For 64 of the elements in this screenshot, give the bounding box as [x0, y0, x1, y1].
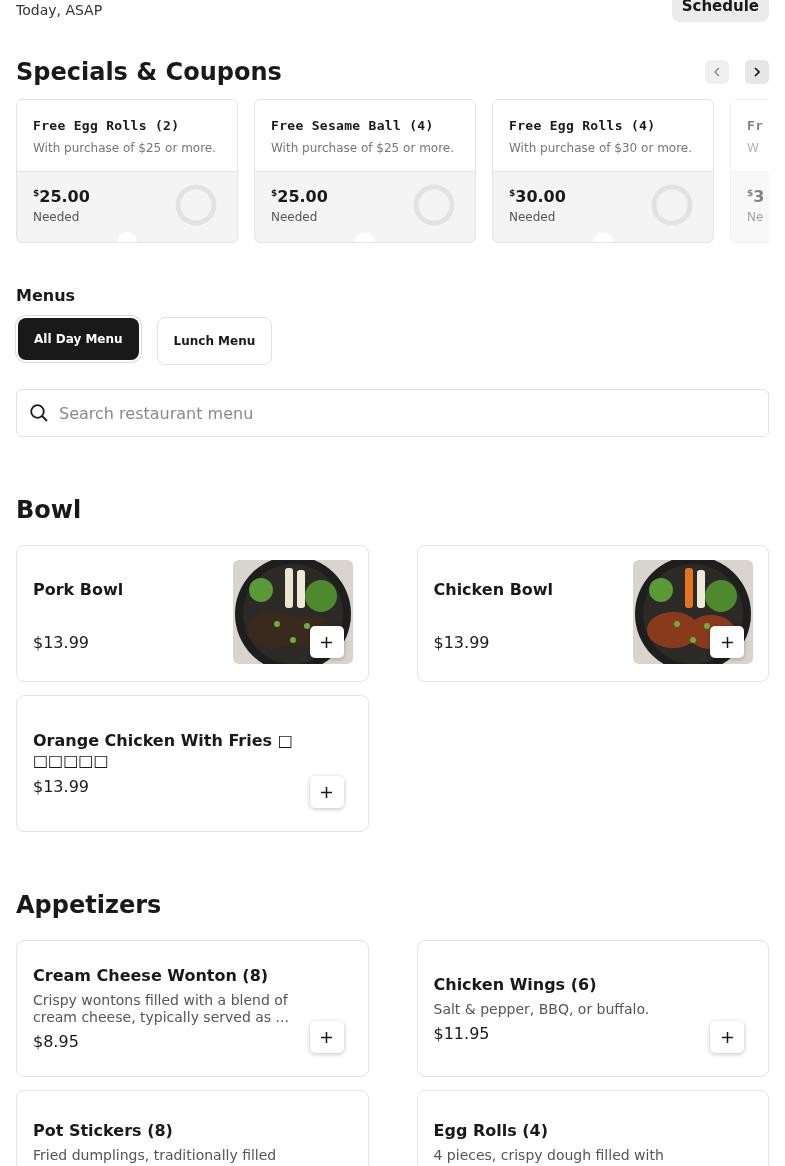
coupon-description: With purchase of $30 or more. [509, 141, 694, 155]
item-description: Fried dumplings, traditionally filled [33, 1147, 278, 1164]
menu-item-card[interactable]: Cream Cheese Wonton (8) Crispy wontons filled with a blend of cream cheese, typically served as ... $8.95 [16, 940, 369, 1077]
menu-item-card[interactable]: Chicken Bowl $13.99 [416, 545, 769, 682]
coupon-card[interactable]: Free Egg Rolls (2) With purchase of $25 or more. $^{$}$25.00 Needed [16, 99, 238, 243]
menu-tab[interactable]: All Day Menu [18, 318, 139, 360]
add-button[interactable] [710, 626, 744, 658]
item-price: $13.99 [33, 777, 89, 796]
item-name: Orange Chicken With Fries □ □□□□□ [33, 731, 294, 771]
order-time: Today, ASAP [16, 1, 103, 20]
item-description: Crispy wontons filled with a blend of cream cheese, typically served as ... [33, 992, 290, 1026]
item-price: $13.99 [33, 633, 89, 652]
item-name: Pot Stickers (8) [33, 1121, 174, 1141]
item-name: Egg Rolls (4) [433, 1121, 550, 1141]
coupon-title: Free Egg Rolls (4) [509, 118, 657, 133]
item-price: $11.95 [433, 1023, 490, 1043]
plus-icon [321, 636, 332, 648]
plus-icon [721, 1031, 733, 1043]
section-title: Bowl [16, 495, 83, 525]
coupon-label: Ne [747, 209, 765, 224]
coupon-description: With purchase of $25 or more. [271, 141, 456, 155]
item-name: Chicken Wings (6) [433, 974, 598, 995]
menu-item-card[interactable]: Egg Rolls (4) 4 pieces, crispy dough filled with [416, 1090, 769, 1166]
plus-icon [321, 786, 332, 798]
coupon-label: Needed [33, 209, 81, 224]
menus-title: Menus [16, 286, 77, 305]
plus-icon [321, 1031, 332, 1043]
coupon-description: W [747, 141, 760, 155]
item-price: $8.95 [33, 1032, 79, 1051]
coupon-label: Needed [509, 209, 557, 224]
item-description: Salt & pepper, BBQ, or buffalo. [433, 1000, 651, 1018]
item-price: $13.99 [433, 633, 490, 652]
coupon-title: Fr [747, 118, 765, 133]
search-icon [30, 404, 48, 422]
item-name: Chicken Bowl [433, 580, 555, 600]
coupon-card[interactable]: Free Sesame Ball (4) With purchase of $25 or more. $^{$}$25.00 Needed [254, 99, 476, 243]
coupon-description: With purchase of $25 or more. [33, 141, 218, 155]
plus-icon [721, 636, 733, 648]
search-field[interactable]: Search restaurant menu [16, 389, 769, 437]
coupon-card[interactable]: Free Egg Rolls (4) With purchase of $30 or more. $^{$}$30.00 Needed [492, 99, 714, 243]
schedule-button[interactable]: Schedule [671, 0, 769, 22]
menu-tab[interactable]: Lunch Menu [156, 317, 273, 365]
coupon-amount: $^{$}$30.00 [509, 186, 566, 206]
item-name: Cream Cheese Wonton (8) [33, 966, 270, 986]
previous-button[interactable] [705, 60, 729, 84]
coupon-label: Needed [271, 209, 319, 224]
section-title: Appetizers [16, 890, 163, 920]
coupon-title: Free Sesame Ball (4) [271, 118, 435, 133]
item-description: 4 pieces, crispy dough filled with [433, 1147, 665, 1164]
menu-item-card[interactable]: Chicken Wings (6) Salt & pepper, BBQ, or buffalo. $11.95 [416, 940, 769, 1077]
item-name: Pork Bowl [33, 580, 125, 600]
coupon-amount: $^{$}$3 [747, 186, 765, 206]
section-title: Specials & Coupons [16, 58, 282, 86]
chevron-left-icon [714, 67, 720, 77]
menu-item-card[interactable]: Orange Chicken With Fries □ □□□□□ $13.99 [16, 695, 369, 832]
coupon-amount: $^{$}$25.00 [33, 186, 90, 206]
chevron-right-icon [754, 67, 760, 77]
coupon-card[interactable]: Fr W $^{$}$3 Ne [730, 99, 769, 243]
coupon-amount: $^{$}$25.00 [271, 186, 328, 206]
menu-item-card[interactable]: Pork Bowl $13.99 [16, 545, 369, 682]
coupon-title: Free Egg Rolls (2) [33, 118, 181, 133]
add-button[interactable] [309, 626, 344, 658]
menu-item-card[interactable]: Pot Stickers (8) Fried dumplings, traditionally filled [16, 1090, 369, 1166]
next-button[interactable] [745, 60, 769, 84]
